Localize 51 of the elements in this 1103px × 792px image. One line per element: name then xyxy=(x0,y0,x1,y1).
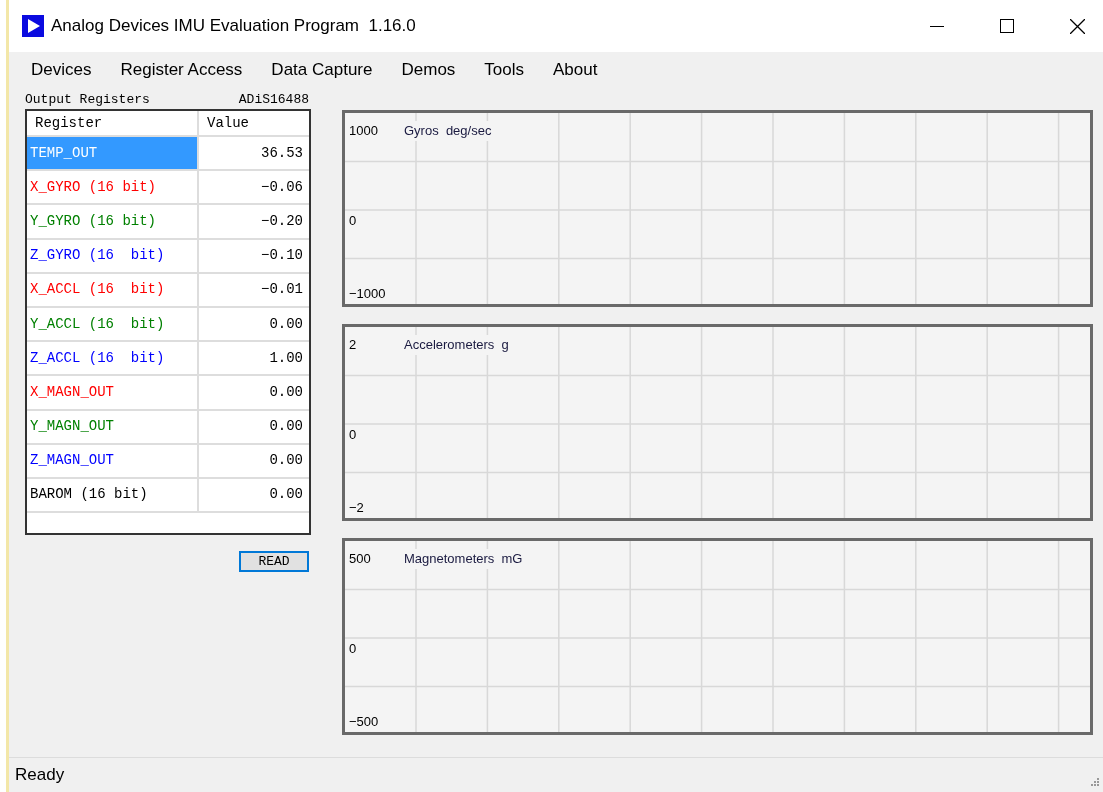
chart-title: Gyros deg/sec xyxy=(404,121,492,141)
app-logo-icon xyxy=(22,15,44,37)
axis-label: 0 xyxy=(349,426,357,444)
window-title: Analog Devices IMU Evaluation Program 1.16.0 xyxy=(51,15,416,38)
menu-item[interactable]: Data Capture xyxy=(265,57,379,83)
axis-label: 0 xyxy=(349,212,357,230)
table-cell: TEMP_OUT xyxy=(27,137,199,170)
table-cell: BAROM (16 bit) xyxy=(27,478,199,512)
menu-item[interactable]: Register Access xyxy=(114,57,249,83)
axis-label: −1000 xyxy=(349,284,386,303)
device-name: ADiS16488 xyxy=(238,91,309,109)
column-header: Register xyxy=(27,111,199,135)
read-button[interactable]: READ xyxy=(239,551,309,572)
axis-label: 500 xyxy=(349,550,371,568)
table-cell-text: −0.20 xyxy=(260,211,304,231)
menu-item[interactable]: Demos xyxy=(395,57,462,83)
status-text: Ready xyxy=(15,764,65,787)
table-cell-text: 0.00 xyxy=(268,417,304,437)
axis-label: 2 xyxy=(349,336,357,354)
axis-label: −500 xyxy=(349,712,379,731)
chart-title: Magnetometers mG xyxy=(404,549,523,569)
table-cell-text: 0.00 xyxy=(268,314,304,334)
maximize-icon[interactable] xyxy=(1000,19,1014,33)
resize-grip-icon[interactable] xyxy=(1090,776,1099,786)
table-cell: Z_MAGN_OUT xyxy=(27,444,199,477)
table-cell: Y_GYRO (16 bit) xyxy=(27,205,199,238)
table-cell: X_GYRO (16 bit) xyxy=(27,171,199,204)
table-cell: Y_ACCL (16 bit) xyxy=(27,307,199,341)
menu-item[interactable]: About xyxy=(547,57,604,83)
table-cell-text: 1.00 xyxy=(268,348,304,368)
menu-item[interactable]: Devices xyxy=(25,57,98,83)
column-header: Value xyxy=(206,113,250,133)
menu-item[interactable]: Tools xyxy=(478,57,531,83)
axis-label: 0 xyxy=(349,640,357,658)
table-cell: Z_ACCL (16 bit) xyxy=(27,342,199,375)
table-cell: Y_MAGN_OUT xyxy=(27,410,199,443)
table-cell: X_MAGN_OUT xyxy=(27,376,199,409)
table-cell-text: 0.00 xyxy=(268,382,304,402)
close-icon[interactable] xyxy=(1070,18,1085,34)
axis-label: 1000 xyxy=(349,122,378,140)
chart-title: Accelerometers g xyxy=(404,335,509,355)
table-cell-text: −0.01 xyxy=(260,280,304,300)
table-cell-text: −0.06 xyxy=(260,177,304,197)
table-cell-text: 36.53 xyxy=(260,143,304,163)
table-cell: X_ACCL (16 bit) xyxy=(27,273,199,306)
table-cell-text: 0.00 xyxy=(268,485,304,505)
axis-label: −2 xyxy=(349,498,364,517)
table-cell: Z_GYRO (16 bit) xyxy=(27,239,199,272)
table-cell-text: 0.00 xyxy=(268,451,304,471)
table-cell-text: −0.10 xyxy=(260,246,304,266)
panel-title: Output Registers xyxy=(25,91,150,109)
